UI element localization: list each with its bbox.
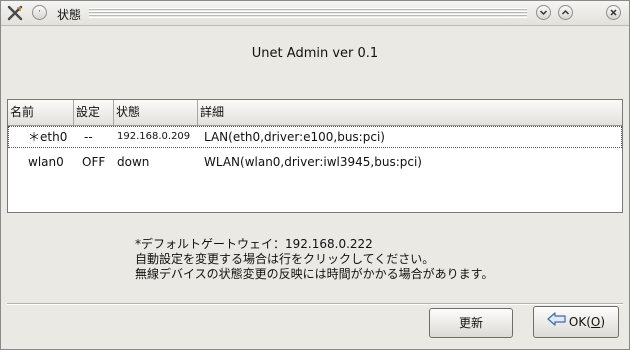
divider <box>7 303 623 305</box>
note-gateway: *デフォルトゲートウェイ：192.168.0.222 <box>135 237 373 251</box>
row-status: down <box>117 155 150 169</box>
close-icon[interactable] <box>606 5 621 20</box>
row-setting: OFF <box>82 155 106 169</box>
window-title: 状態 <box>57 8 82 22</box>
ok-button-mnemonic: O <box>590 315 601 329</box>
table-row-wlan0[interactable]: wlan0 OFF down WLAN(wlan0,driver:iwl3945… <box>8 151 622 173</box>
dialog-window: · 状態 Unet Admin ver 0.1 名前 設定 状態 詳細 ＊eth… <box>0 0 630 350</box>
title-bar[interactable]: · 状態 <box>1 1 629 26</box>
row-detail: LAN(eth0,driver:e100,bus:pci) <box>204 130 385 144</box>
row-name: wlan0 <box>28 155 64 169</box>
refresh-button-label: 更新 <box>458 316 483 330</box>
x-tools-icon[interactable] <box>7 5 23 21</box>
column-header-status[interactable]: 状態 <box>114 100 198 125</box>
device-table[interactable]: 名前 設定 状態 詳細 ＊eth0 -- 192.168.0.209 LAN(e… <box>7 99 623 213</box>
row-setting: -- <box>84 130 93 144</box>
column-header-setting[interactable]: 設定 <box>74 100 114 125</box>
column-header-name[interactable]: 名前 <box>8 100 74 125</box>
row-status: 192.168.0.209 <box>117 131 191 142</box>
title-bar-grip <box>89 8 527 18</box>
refresh-button[interactable]: 更新 <box>429 308 513 338</box>
ok-button-label-close: ) <box>600 315 606 329</box>
note-click-row: 自動設定を変更する場合は行をクリックしてください。 <box>135 252 435 266</box>
row-name: ＊eth0 <box>28 130 68 144</box>
arrow-left-icon <box>547 308 567 338</box>
note-wireless-delay: 無線デバイスの状態変更の反映には時間がかかる場合があります。 <box>135 267 494 281</box>
table-row-eth0[interactable]: ＊eth0 -- 192.168.0.209 LAN(eth0,driver:e… <box>8 126 622 148</box>
column-header-detail[interactable]: 詳細 <box>198 100 622 125</box>
window-menu-icon[interactable]: · <box>32 5 47 20</box>
ok-button-label: OK( <box>568 315 591 329</box>
table-header: 名前 設定 状態 詳細 <box>8 100 622 126</box>
app-title: Unet Admin ver 0.1 <box>251 46 379 61</box>
maximize-icon[interactable] <box>558 5 573 20</box>
minimize-icon[interactable] <box>536 5 551 20</box>
row-detail: WLAN(wlan0,driver:iwl3945,bus:pci) <box>204 155 422 169</box>
ok-button[interactable]: OK(O) <box>533 306 619 338</box>
help-notes: *デフォルトゲートウェイ：192.168.0.222 自動設定を変更する場合は行… <box>135 237 493 282</box>
